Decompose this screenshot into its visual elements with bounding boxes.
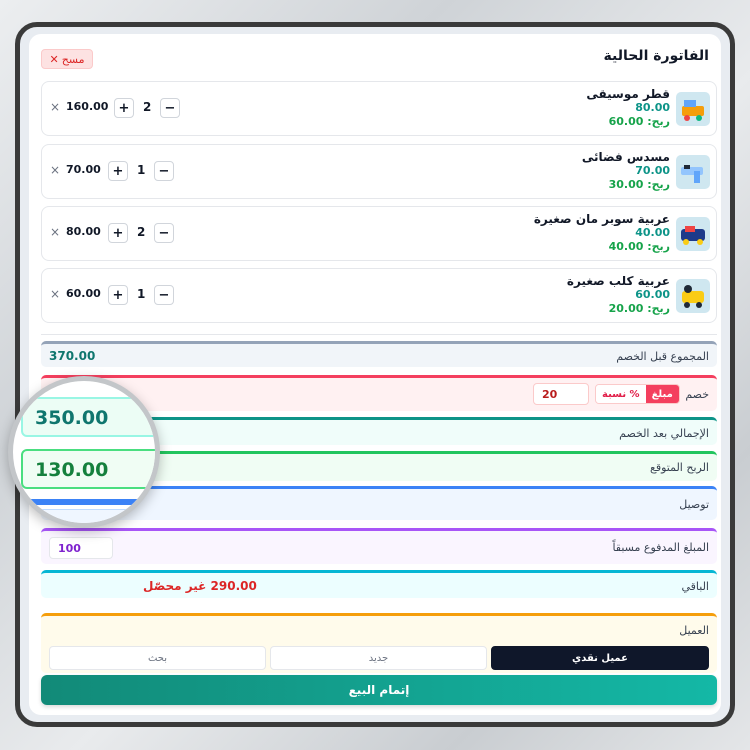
qty-value: 1 [137, 287, 146, 301]
item-name: مسدس فضائى [581, 150, 670, 164]
profit-value: 130.00 [21, 449, 155, 489]
cash-customer-button[interactable]: عميل نقدي [491, 646, 709, 670]
product-thumbnail [676, 155, 710, 189]
discount-input[interactable]: 20 [533, 383, 589, 405]
decrease-qty-button[interactable]: − [154, 285, 174, 305]
item-name: عربية سوبر مان صغيرة [533, 212, 670, 226]
product-thumbnail [676, 92, 710, 126]
discount-percent-tab[interactable]: نسبة % [596, 385, 646, 403]
cart-item: عربية سوبر مان صغيرة 40.00 ربح: 40.00 × … [41, 206, 717, 261]
qty-value: 2 [137, 225, 146, 239]
item-profit: ربح: 40.00 [608, 240, 670, 253]
profit-label: الربح المتوقع [649, 461, 709, 474]
delivery-label: توصيل [679, 498, 709, 511]
increase-qty-button[interactable]: + [114, 98, 134, 118]
remove-item-icon[interactable]: × [50, 225, 60, 239]
remaining-value: 290.00 غير محصّل [143, 579, 257, 593]
invoice-title: الفاتورة الحالية [603, 48, 710, 64]
subtotal-value: 370.00 [49, 349, 96, 363]
product-thumbnail [676, 217, 710, 251]
item-price: 80.00 [635, 101, 670, 114]
product-thumbnail [676, 279, 710, 313]
remove-item-icon[interactable]: × [50, 163, 60, 177]
delivery-border [13, 499, 155, 505]
new-customer-button[interactable]: جديد [270, 646, 487, 670]
remove-item-icon[interactable]: × [50, 287, 60, 301]
after-discount-value: 350.00 [21, 397, 155, 437]
item-price: 60.00 [635, 288, 670, 301]
decrease-qty-button[interactable]: − [154, 223, 174, 243]
remove-item-icon[interactable]: × [50, 100, 60, 114]
discount-type-toggle: نسبة % مبلغ [595, 384, 680, 404]
line-total: 60.00 [66, 287, 101, 300]
item-price: 40.00 [635, 226, 670, 239]
clear-button[interactable]: مسح ✕ [41, 49, 93, 69]
remaining-label: الباقي [681, 580, 709, 593]
clear-label: مسح [61, 52, 85, 66]
after-discount-label: الإجمالي بعد الخصم [619, 427, 709, 440]
customer-label: العميل [679, 624, 709, 637]
cart-item: مسدس فضائى 70.00 ربح: 30.00 × 70.00 + 1 … [41, 144, 717, 199]
decrease-qty-button[interactable]: − [154, 161, 174, 181]
complete-sale-button[interactable]: إتمام البيع [41, 675, 717, 705]
line-total: 160.00 [66, 100, 109, 113]
cart-item: قطر موسيقى 80.00 ربح: 60.00 × 160.00 + 2… [41, 81, 717, 136]
line-total: 70.00 [66, 163, 101, 176]
subtotal-row: المجموع قبل الخصم 370.00 [41, 341, 717, 367]
subtotal-label: المجموع قبل الخصم [616, 350, 709, 363]
cart-item: عربية كلب صغيرة 60.00 ربح: 20.00 × 60.00… [41, 268, 717, 323]
item-name: عربية كلب صغيرة [566, 274, 670, 288]
prepaid-input[interactable]: 100 [49, 537, 113, 559]
magnifier-lens: 350.00 130.00 10 [8, 376, 160, 528]
decrease-qty-button[interactable]: − [160, 98, 180, 118]
prepaid-label: المبلغ المدفوع مسبقاً [612, 541, 709, 554]
qty-value: 2 [143, 100, 152, 114]
qty-value: 1 [137, 163, 146, 177]
invoice-panel: الفاتورة الحالية مسح ✕ قطر موسيقى 80.00 … [29, 34, 721, 715]
discount-amount-tab[interactable]: مبلغ [645, 385, 679, 403]
item-profit: ربح: 30.00 [608, 178, 670, 191]
divider [41, 334, 717, 335]
item-name: قطر موسيقى [586, 87, 670, 101]
item-profit: ربح: 60.00 [608, 115, 670, 128]
line-total: 80.00 [66, 225, 101, 238]
prepaid-row: المبلغ المدفوع مسبقاً 100 [41, 528, 717, 564]
remaining-row: الباقي 290.00 غير محصّل [41, 570, 717, 598]
item-profit: ربح: 20.00 [608, 302, 670, 315]
increase-qty-button[interactable]: + [108, 161, 128, 181]
search-customer-button[interactable]: بحث [49, 646, 266, 670]
device-frame: الفاتورة الحالية مسح ✕ قطر موسيقى 80.00 … [15, 22, 735, 727]
discount-label: خصم [685, 388, 709, 401]
customer-section: العميل عميل نقدي جديد بحث [41, 613, 717, 673]
close-icon: ✕ [49, 52, 59, 66]
item-price: 70.00 [635, 164, 670, 177]
increase-qty-button[interactable]: + [108, 285, 128, 305]
increase-qty-button[interactable]: + [108, 223, 128, 243]
